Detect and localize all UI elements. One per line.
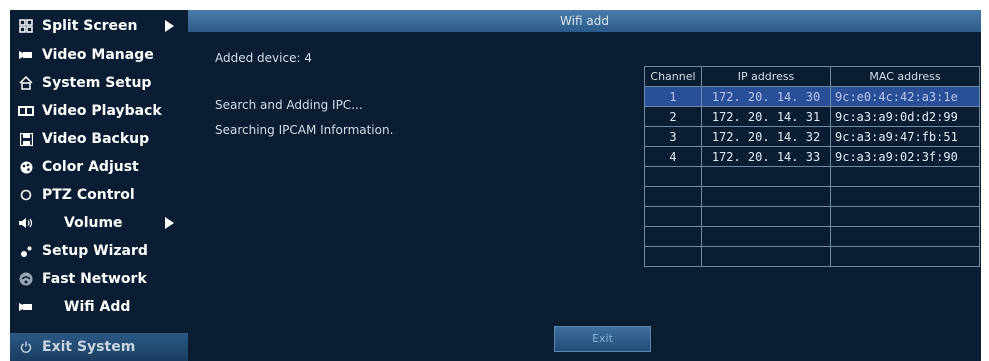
wifi-add-panel: Wifi add Added device: 4 Search and Addi…: [188, 10, 981, 361]
cell-ip: [701, 166, 831, 187]
table-row[interactable]: [644, 206, 980, 227]
menu-fast-network[interactable]: Fast Network: [10, 265, 188, 293]
cell-mac: [830, 226, 980, 247]
menu-label: System Setup: [42, 75, 152, 91]
cell-mac: [830, 166, 980, 187]
menu-label: Split Screen: [42, 18, 138, 34]
speaker-icon: [18, 215, 34, 231]
submenu-arrow-icon: [165, 20, 174, 32]
table-row[interactable]: 1 172. 20. 14. 30 9c:e0:4c:42:a3:1e: [644, 86, 980, 107]
cell-channel: 4: [644, 146, 702, 167]
cell-mac: [830, 206, 980, 227]
added-device-count: Added device: 4: [215, 51, 312, 65]
menu-video-backup[interactable]: Video Backup: [10, 125, 188, 153]
cell-mac: 9c:e0:4c:42:a3:1e: [830, 86, 980, 107]
table-row[interactable]: 3 172. 20. 14. 32 9c:a3:a9:47:fb:51: [644, 126, 980, 147]
column-header-ip: IP address: [701, 66, 831, 87]
cell-ip: 172. 20. 14. 31: [701, 106, 831, 127]
cell-channel: 2: [644, 106, 702, 127]
table-row[interactable]: [644, 186, 980, 207]
cell-mac: 9c:a3:a9:0d:d2:99: [830, 106, 980, 127]
menu-label: Exit System: [42, 339, 136, 355]
table-row[interactable]: 4 172. 20. 14. 33 9c:a3:a9:02:3f:90: [644, 146, 980, 167]
panel-title: Wifi add: [188, 10, 981, 32]
cell-mac: 9c:a3:a9:02:3f:90: [830, 146, 980, 167]
menu-color-adjust[interactable]: Color Adjust: [10, 153, 188, 181]
home-icon: [18, 75, 34, 91]
status-search-adding: Search and Adding IPC...: [215, 98, 363, 112]
status-searching-info: Searching IPCAM Information.: [215, 123, 394, 137]
table-row[interactable]: [644, 246, 980, 267]
menu-video-manage[interactable]: Video Manage: [10, 41, 188, 69]
table-header-row: Channel IP address MAC address: [644, 66, 980, 87]
menu-label: Video Manage: [42, 47, 154, 63]
cell-ip: [701, 226, 831, 247]
cell-mac: 9c:a3:a9:47:fb:51: [830, 126, 980, 147]
menu-system-setup[interactable]: System Setup: [10, 69, 188, 97]
playback-icon: [18, 103, 34, 119]
cell-mac: [830, 186, 980, 207]
menu-label: PTZ Control: [42, 187, 135, 203]
menu-volume[interactable]: Volume: [10, 209, 188, 237]
menu-setup-wizard[interactable]: Setup Wizard: [10, 237, 188, 265]
menu-label: Video Backup: [42, 131, 150, 147]
menu-ptz-control[interactable]: PTZ Control: [10, 181, 188, 209]
cell-ip: [701, 246, 831, 267]
dvr-screen: Split Screen Video Manage System Setup V…: [10, 10, 981, 361]
menu-label: Color Adjust: [42, 159, 139, 175]
cell-channel: [644, 226, 702, 247]
menu-label: Setup Wizard: [42, 243, 148, 259]
device-table: Channel IP address MAC address 1 172. 20…: [644, 66, 980, 267]
power-icon: [18, 339, 34, 355]
table-row[interactable]: 2 172. 20. 14. 31 9c:a3:a9:0d:d2:99: [644, 106, 980, 127]
palette-icon: [18, 159, 34, 175]
column-header-mac: MAC address: [830, 66, 980, 87]
menu-wifi-add[interactable]: Wifi Add: [10, 293, 188, 321]
cell-ip: [701, 206, 831, 227]
ptz-icon: [18, 187, 34, 203]
menu-label: Video Playback: [42, 103, 162, 119]
wizard-icon: [18, 243, 34, 259]
cell-channel: [644, 246, 702, 267]
split-screen-icon: [18, 18, 34, 34]
cell-ip: 172. 20. 14. 30: [701, 86, 831, 107]
cell-channel: 1: [644, 86, 702, 107]
cell-channel: [644, 186, 702, 207]
cell-channel: 3: [644, 126, 702, 147]
menu-exit-system[interactable]: Exit System: [10, 333, 188, 361]
menu-split-screen[interactable]: Split Screen: [10, 12, 188, 40]
cell-ip: 172. 20. 14. 33: [701, 146, 831, 167]
menu-label: Fast Network: [42, 271, 147, 287]
cell-channel: [644, 166, 702, 187]
menu-label: Wifi Add: [64, 299, 131, 315]
cell-channel: [644, 206, 702, 227]
cell-ip: [701, 186, 831, 207]
floppy-disk-icon: [18, 131, 34, 147]
table-row[interactable]: [644, 166, 980, 187]
camera-icon: [18, 47, 34, 63]
camera-icon: [18, 299, 34, 315]
submenu-arrow-icon: [165, 217, 174, 229]
cell-ip: 172. 20. 14. 32: [701, 126, 831, 147]
sidebar-menu: Split Screen Video Manage System Setup V…: [10, 10, 188, 361]
table-row[interactable]: [644, 226, 980, 247]
exit-button[interactable]: Exit: [554, 326, 651, 352]
menu-video-playback[interactable]: Video Playback: [10, 97, 188, 125]
network-icon: [18, 271, 34, 287]
column-header-channel: Channel: [644, 66, 702, 87]
menu-label: Volume: [64, 215, 123, 231]
cell-mac: [830, 246, 980, 267]
